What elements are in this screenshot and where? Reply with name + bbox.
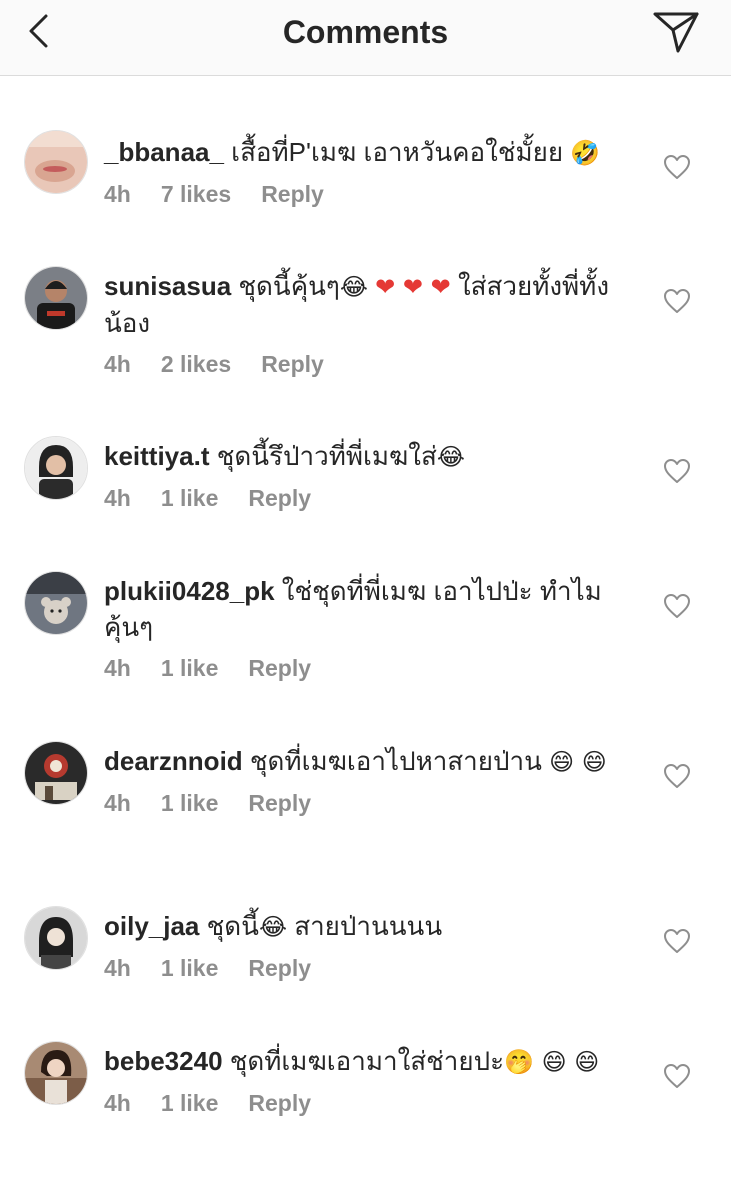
reply-button[interactable]: Reply <box>261 351 324 378</box>
avatar[interactable] <box>24 436 88 500</box>
comment-username[interactable]: oily_jaa <box>104 911 199 941</box>
comment-likes[interactable]: 1 like <box>161 790 219 817</box>
comment-username[interactable]: bebe3240 <box>104 1046 223 1076</box>
comment-text: keittiya.t ชุดนี้รึป่าวที่พี่เมฆใส่😂 <box>104 438 624 475</box>
avatar[interactable] <box>24 571 88 635</box>
reply-button[interactable]: Reply <box>248 955 311 982</box>
avatar[interactable] <box>24 266 88 330</box>
comment-meta: 4h 1 like Reply <box>104 1090 624 1117</box>
comment-text: plukii0428_pk ใช่ชุดที่พี่เมฆ เอาไปป่ะ ท… <box>104 573 624 645</box>
avatar[interactable] <box>24 130 88 194</box>
comment-meta: 4h 1 like Reply <box>104 485 624 512</box>
comment-meta: 4h 1 like Reply <box>104 790 624 817</box>
emoji-group: 🤭 😄 😄 <box>504 1048 600 1076</box>
send-icon[interactable] <box>652 10 700 54</box>
comment-text: dearznnoid ชุดที่เมฆเอาไปหาสายป่าน 😄 😄 <box>104 743 624 780</box>
comment-body: ชุดนี้รึป่าวที่พี่เมฆใส่ <box>209 441 437 471</box>
reply-button[interactable]: Reply <box>248 790 311 817</box>
comment-body: เสื้อที่P'เมฆ เอาหวันคอใช่มั้ยย <box>223 137 564 167</box>
comment-body: ชุดที่เมฆเอาไปหาสายป่าน <box>242 746 550 776</box>
emoji-joy: 😂 <box>436 443 465 471</box>
reply-button[interactable]: Reply <box>261 181 324 208</box>
comment-likes[interactable]: 1 like <box>161 1090 219 1117</box>
comment-username[interactable]: dearznnoid <box>104 746 243 776</box>
comment-body: ชุดนี้คุ้นๆ <box>231 271 340 301</box>
comment-likes[interactable]: 7 likes <box>161 181 231 208</box>
comment-username[interactable]: sunisasua <box>104 271 231 301</box>
comment-time: 4h <box>104 1090 131 1116</box>
comment-text: sunisasua ชุดนี้คุ้นๆ😂 ❤ ❤ ❤ ใส่สวยทั้งพ… <box>104 268 624 341</box>
heart-outline-icon[interactable] <box>663 154 691 180</box>
comment-username[interactable]: keittiya.t <box>104 441 210 471</box>
emoji-rofl: 🤣 <box>570 139 601 167</box>
avatar[interactable] <box>24 1041 88 1105</box>
reply-button[interactable]: Reply <box>248 485 311 512</box>
heart-outline-icon[interactable] <box>663 763 691 789</box>
heart-outline-icon[interactable] <box>663 593 691 619</box>
reply-button[interactable]: Reply <box>248 1090 311 1117</box>
comment-time: 4h <box>104 351 131 377</box>
comment-meta: 4h 2 likes Reply <box>104 351 624 378</box>
reply-button[interactable]: Reply <box>248 655 311 682</box>
comment-time: 4h <box>104 655 131 681</box>
comment-likes[interactable]: 1 like <box>161 955 219 982</box>
comment-meta: 4h 7 likes Reply <box>104 181 624 208</box>
comment-text: oily_jaa ชุดนี้😂 สายป่านนนน <box>104 908 624 945</box>
comment-body: ชุดนี้ <box>199 911 259 941</box>
comment-text: _bbanaa_ เสื้อที่P'เมฆ เอาหวันคอใช่มั้ยย… <box>104 134 624 171</box>
emoji-joy: 😂 <box>339 273 368 301</box>
comment-username[interactable]: plukii0428_pk <box>104 576 275 606</box>
emoji-smiles: 😄 😄 <box>549 748 607 776</box>
avatar[interactable] <box>24 741 88 805</box>
heart-outline-icon[interactable] <box>663 288 691 314</box>
comment-username[interactable]: _bbanaa_ <box>104 137 224 167</box>
comment-likes[interactable]: 2 likes <box>161 351 231 378</box>
comment-likes[interactable]: 1 like <box>161 655 219 682</box>
comment-text: bebe3240 ชุดที่เมฆเอามาใส่ช่ายปะ🤭 😄 😄 <box>104 1043 624 1080</box>
comment-time: 4h <box>104 485 131 511</box>
page-title: Comments <box>282 14 449 50</box>
avatar[interactable] <box>24 906 88 970</box>
comment-time: 4h <box>104 181 131 207</box>
heart-outline-icon[interactable] <box>663 458 691 484</box>
heart-outline-icon[interactable] <box>663 1063 691 1089</box>
heart-outline-icon[interactable] <box>663 928 691 954</box>
emoji-hearts: ❤ ❤ ❤ <box>375 273 451 301</box>
comment-likes[interactable]: 1 like <box>161 485 219 512</box>
comment-meta: 4h 1 like Reply <box>104 655 624 682</box>
emoji-joy: 😂 <box>258 913 287 941</box>
comment-meta: 4h 1 like Reply <box>104 955 624 982</box>
header-bar: Comments <box>0 0 731 76</box>
comment-body-continued: สายป่านนนน <box>286 911 443 941</box>
comment-time: 4h <box>104 790 131 816</box>
comment-time: 4h <box>104 955 131 981</box>
comment-body: ชุดที่เมฆเอามาใส่ช่ายปะ <box>222 1046 505 1076</box>
